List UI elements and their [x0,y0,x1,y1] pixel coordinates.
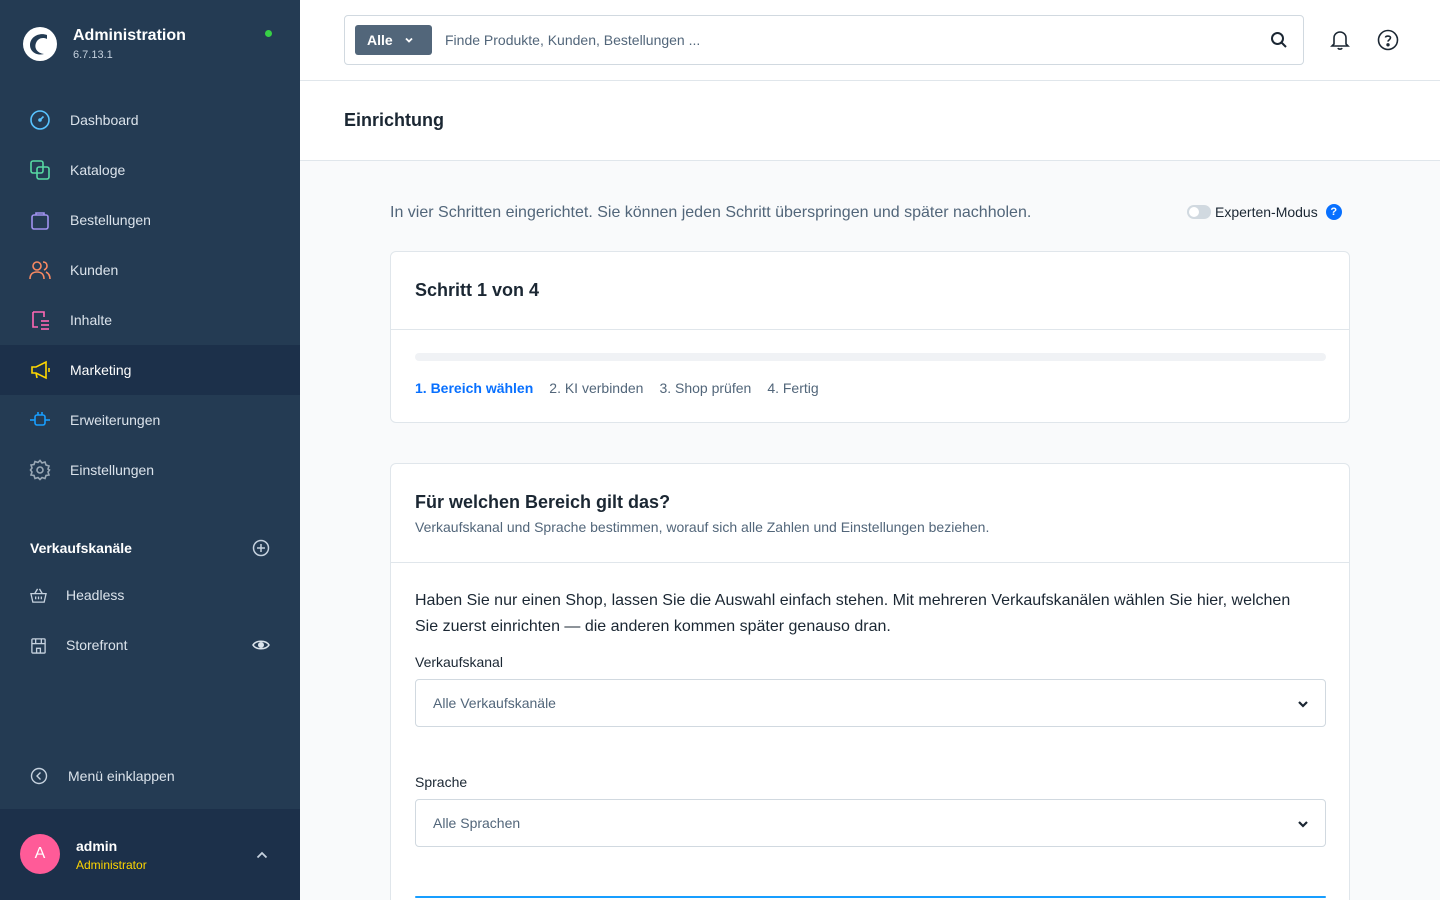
wizard-step-3[interactable]: 3. Shop prüfen [659,380,751,396]
nav-item-dashboard[interactable]: Dashboard [0,95,300,145]
nav-item-content[interactable]: Inhalte [0,295,300,345]
sales-channel-label: Verkaufskanal [415,654,503,670]
content-icon [32,311,49,330]
storefront-icon [31,637,46,654]
nav-label: Erweiterungen [70,412,161,428]
scope-description: Haben Sie nur einen Shop, lassen Sie die… [415,592,1291,635]
main-nav: Dashboard Kataloge Bestellungen Kunden I… [0,95,300,495]
nav-label: Kunden [70,262,119,278]
next-section-edge [415,896,1326,898]
nav-label: Bestellungen [70,212,151,228]
wizard-card: Schritt 1 von 4 1. Bereich wählen 2. KI … [390,251,1350,423]
nav-label: Kataloge [70,162,126,178]
plug-icon [30,412,50,426]
wizard-step-title: Schritt 1 von 4 [415,280,540,300]
sidebar: Administration 6.7.13.1 Dashboard Katalo… [0,0,300,900]
wizard-step-4[interactable]: 4. Fertig [767,380,818,396]
nav-label: Inhalte [70,312,113,328]
language-value: Alle Sprachen [433,815,521,831]
shopping-bag-icon [31,212,49,230]
bell-icon[interactable] [1328,28,1352,52]
user-menu[interactable]: A admin Administrator [0,809,300,900]
wizard-step-2[interactable]: 2. KI verbinden [549,380,643,396]
chevron-up-icon[interactable] [254,847,270,863]
nav-item-orders[interactable]: Bestellungen [0,195,300,245]
chevron-down-icon [405,37,413,43]
status-dot [265,30,272,37]
divider [391,329,1349,330]
nav-item-catalogs[interactable]: Kataloge [0,145,300,195]
nav-label: Einstellungen [70,462,155,478]
nav-label: Marketing [70,362,132,378]
chevron-down-icon [1298,821,1308,828]
sales-channel-label: Storefront [66,637,128,653]
sales-channel-select[interactable]: Alle Verkaufskanäle [415,679,1326,727]
nav-label: Dashboard [70,112,139,128]
nav-item-customers[interactable]: Kunden [0,245,300,295]
scope-subtitle: Verkaufskanal und Sprache bestimmen, wor… [415,519,990,535]
nav-item-marketing[interactable]: Marketing [0,345,300,395]
app-version: 6.7.13.1 [73,48,113,61]
nav-item-settings[interactable]: Einstellungen [0,445,300,495]
chevron-down-icon [1298,701,1308,708]
brand[interactable]: Administration 6.7.13.1 [22,22,186,66]
top-bar: Alle [300,0,1440,81]
search-type-dropdown[interactable]: Alle [355,25,432,55]
sales-channel-value: Alle Verkaufskanäle [433,695,556,711]
gear-icon [29,459,51,481]
catalog-icon [30,160,50,180]
users-icon [29,261,51,280]
search-input[interactable] [445,25,1245,55]
chevron-left-circle-icon [30,767,48,785]
sales-channels-header: Verkaufskanäle [30,538,270,558]
basket-icon [30,588,47,603]
scope-title: Für welchen Bereich gilt das? [415,492,671,512]
user-role: Administrator [76,858,147,872]
page-title: Einrichtung [344,110,444,130]
global-search: Alle [344,15,1304,65]
collapse-label: Menü einklappen [68,768,175,784]
avatar: A [20,834,60,874]
help-icon[interactable] [1376,28,1400,52]
scope-card: Für welchen Bereich gilt das? Verkaufska… [390,463,1350,900]
expert-mode-toggle[interactable]: Experten-Modus ? [1187,202,1342,222]
page-header: Einrichtung [300,81,1440,161]
collapse-menu-button[interactable]: Menü einklappen [30,764,175,788]
expert-mode-label: Experten-Modus [1215,204,1318,220]
app-title: Administration [73,26,186,44]
megaphone-icon [31,360,50,380]
toggle-switch[interactable] [1187,205,1211,219]
add-sales-channel-icon[interactable] [252,539,270,557]
sales-channel-headless[interactable]: Headless [30,583,270,607]
language-select[interactable]: Alle Sprachen [415,799,1326,847]
user-name: admin [76,838,118,854]
wizard-progress-bar [415,353,1326,361]
info-icon[interactable]: ? [1325,204,1342,220]
language-label: Sprache [415,774,468,790]
search-type-label: Alle [367,32,393,48]
nav-item-extensions[interactable]: Erweiterungen [0,395,300,445]
intro-text: In vier Schritten eingerichtet. Sie könn… [390,204,1032,221]
sales-channel-label: Headless [66,587,125,603]
sales-channel-storefront[interactable]: Storefront [30,633,270,657]
dashboard-icon [30,110,50,130]
eye-icon[interactable] [252,636,270,654]
sales-channels-title: Verkaufskanäle [30,540,132,556]
shopware-logo-icon [23,27,57,61]
wizard-step-1[interactable]: 1. Bereich wählen [415,380,533,396]
divider [391,562,1349,563]
wizard-steps: 1. Bereich wählen 2. KI verbinden 3. Sho… [415,380,835,396]
search-icon[interactable] [1270,31,1288,49]
